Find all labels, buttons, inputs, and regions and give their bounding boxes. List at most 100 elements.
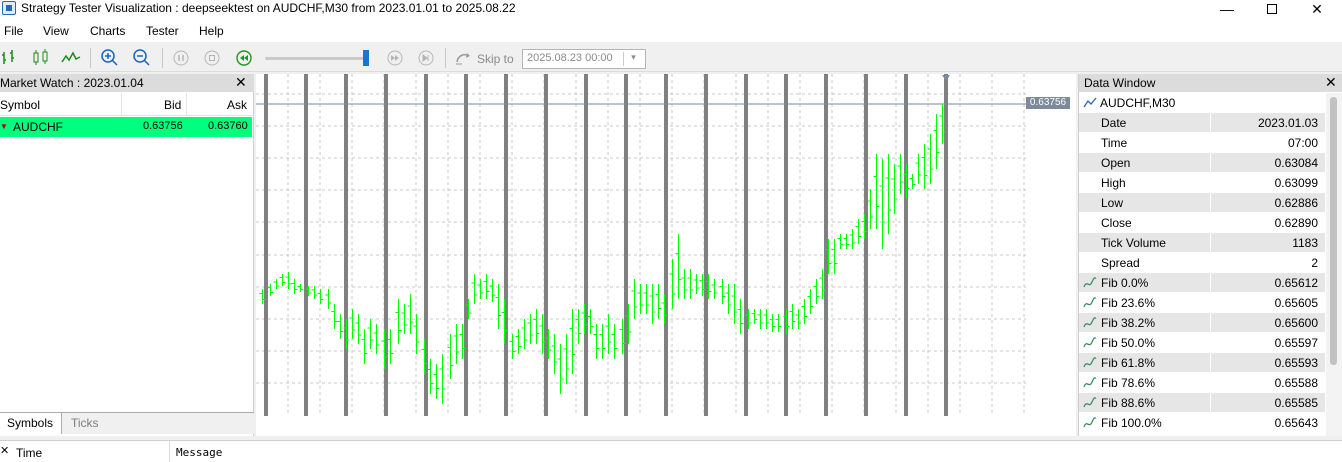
column-divider [1210,133,1211,153]
data-window-scrollbar[interactable] [1326,93,1342,436]
fast-forward-icon [387,50,403,66]
fast-forward-button[interactable] [384,47,406,69]
row-label: Time [1101,136,1128,150]
menu-help[interactable]: Help [199,24,224,38]
column-divider [1210,353,1211,373]
row-value: 2 [1311,256,1318,270]
row-label: Close [1101,216,1132,230]
candlestick-button[interactable] [30,47,52,69]
row-value: 07:00 [1287,136,1318,150]
data-window-fib-row: Fib 0.0% 0.65612 [1079,273,1325,293]
column-divider [1210,233,1211,253]
data-window-fib-row: Fib 100.0% 0.65643 [1079,413,1325,433]
row-label: Spread [1101,256,1140,270]
bar-chart-button[interactable] [0,47,22,69]
market-watch-tabs: Symbols Ticks [0,412,254,434]
row-label: Fib 50.0% [1101,336,1156,350]
minimize-button[interactable]: — [1204,0,1250,20]
menu-charts[interactable]: Charts [90,24,125,38]
row-value: 2023.01.03 [1257,116,1318,130]
row-label: Fib 38.2% [1101,316,1156,330]
column-divider [1210,273,1211,293]
tab-symbols[interactable]: Symbols [0,413,62,434]
toolbox-close-icon[interactable]: ✕ [0,444,9,457]
speed-slider-thumb[interactable] [363,50,369,66]
column-time[interactable]: Time [16,446,42,460]
maximize-button[interactable] [1249,0,1295,20]
row-value: 0.65585 [1274,396,1318,410]
column-divider [1210,393,1211,413]
column-divider [169,441,170,462]
column-divider [1210,373,1211,393]
toolbar-separator [90,48,91,68]
row-value: 0.62890 [1274,216,1318,230]
market-watch-panel: Market Watch : 2023.01.04 ✕ Symbol Bid A… [0,74,254,436]
price-chart[interactable]: 0.63756 [256,74,1076,436]
row-label: Open [1101,156,1131,170]
row-value: 0.65600 [1274,316,1318,330]
skip-to-button[interactable] [453,47,475,69]
current-price-label: 0.63756 [1026,97,1070,109]
skip-to-label: Skip to [477,52,514,66]
market-watch-row[interactable]: ▼ AUDCHF 0.63756 0.63760 [0,117,252,137]
market-watch-close-icon[interactable]: ✕ [235,74,247,91]
menu-bar: File View Charts Tester Help [0,20,1342,42]
stop-button[interactable] [201,47,223,69]
zoom-in-button[interactable] [99,47,121,69]
indicator-icon [1083,277,1097,288]
line-chart-icon [61,51,81,63]
data-window-symbol: AUDCHF,M30 [1100,96,1176,110]
row-label: Fib 0.0% [1101,276,1149,290]
speed-slider-track[interactable] [265,57,369,60]
column-symbol[interactable]: Symbol [0,98,40,112]
menu-file[interactable]: File [4,24,23,38]
rewind-button[interactable] [233,47,255,69]
toolbar-separator [162,48,163,68]
step-forward-button[interactable] [415,47,437,69]
data-window-symbol-row: AUDCHF,M30 [1079,93,1325,113]
indicator-icon [1083,377,1097,388]
menu-tester[interactable]: Tester [146,24,179,38]
menu-view[interactable]: View [43,24,69,38]
data-window-row: Open 0.63084 [1079,153,1325,173]
price-down-icon: ▼ [0,122,8,131]
row-label: Tick Volume [1101,236,1166,250]
data-window-fib-row: Fib 38.2% 0.65600 [1079,313,1325,333]
strategy-tester-window: Strategy Tester Visualization : deepseek… [0,0,1342,462]
data-window-scrollbar-thumb[interactable] [1330,97,1337,365]
column-bid[interactable]: Bid [164,98,181,112]
ask-cell: 0.63760 [208,120,248,132]
row-label: Fib 100.0% [1101,416,1162,430]
column-ask[interactable]: Ask [227,98,247,112]
data-window-rows: Date 2023.01.03 Time 07:00 Open 0.63084 High 0.… [1079,113,1325,433]
zoom-out-button[interactable] [131,47,153,69]
chart-shift-marker[interactable] [942,75,950,81]
data-window-title: Data Window [1084,76,1156,90]
data-window-close-icon[interactable]: ✕ [1325,74,1337,91]
close-button[interactable]: ✕ [1294,0,1340,20]
indicator-icon [1083,317,1097,328]
calendar-dropdown-icon[interactable]: ▾ [623,52,643,66]
data-window-fib-row: Fib 23.6% 0.65605 [1079,293,1325,313]
pause-icon [173,50,189,66]
column-divider [1210,193,1211,213]
data-window-row: Time 07:00 [1079,133,1325,153]
row-value: 0.65643 [1274,416,1318,430]
column-message[interactable]: Message [176,446,222,459]
column-divider [1210,313,1211,333]
rewind-icon [236,50,252,66]
row-label: Fib 23.6% [1101,296,1156,310]
toolbox-panel: ✕ Time Message [0,440,1342,462]
market-watch-header: Market Watch : 2023.01.04 ✕ [0,74,254,92]
skip-to-icon [456,53,470,65]
column-divider [1210,253,1211,273]
skip-to-date-input[interactable]: 2025.08.23 00:00 ▾ [522,49,646,69]
row-value: 0.63084 [1274,156,1318,170]
tab-ticks[interactable]: Ticks [64,413,124,434]
pause-button[interactable] [170,47,192,69]
chart-grid [256,74,1026,416]
toolbar-separator [445,48,446,68]
chart-separators [264,74,948,416]
row-value: 0.65593 [1274,356,1318,370]
line-chart-button[interactable] [60,47,82,69]
